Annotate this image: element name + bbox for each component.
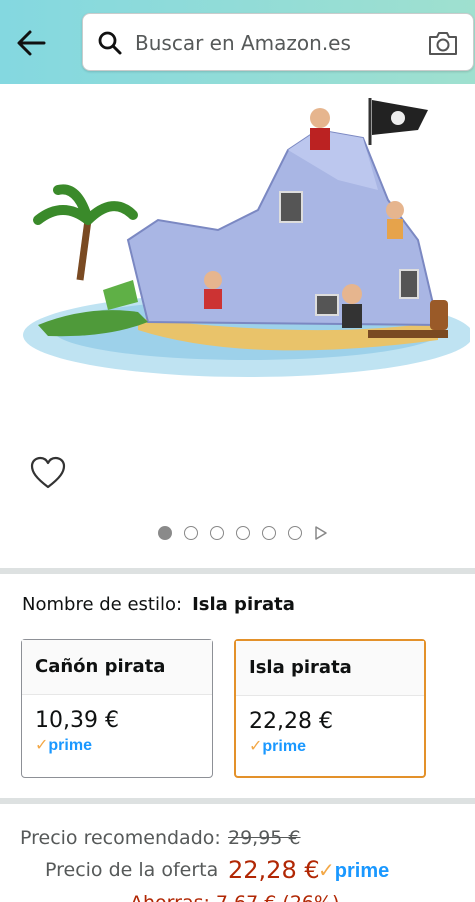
prime-check-icon: ✓ (318, 860, 335, 882)
variant-option-isla-pirata[interactable]: Isla pirata 22,28 € ✓prime (234, 639, 426, 778)
image-carousel-indicator[interactable] (158, 526, 328, 540)
offer-price-value: 22,28 € (228, 856, 320, 884)
recommended-price-value: 29,95 € (228, 827, 301, 849)
style-label: Nombre de estilo: (22, 594, 183, 615)
search-input[interactable]: Buscar en Amazon.es (82, 13, 474, 71)
prime-check-icon: ✓ (35, 737, 49, 754)
style-selection: Nombre de estilo: Isla pirata (22, 594, 295, 615)
camera-icon[interactable] (427, 28, 459, 58)
top-header: Buscar en Amazon.es (0, 0, 475, 84)
prime-badge: ✓prime (318, 860, 390, 882)
prime-badge: ✓prime (249, 738, 306, 755)
offer-price-label: Precio de la oferta (45, 859, 219, 881)
arrow-left-icon (17, 30, 46, 56)
variant-name: Cañón pirata (22, 640, 212, 695)
variant-price: 22,28 € (249, 709, 333, 734)
savings-text: Ahorras: 7,67 € (26%) (130, 892, 339, 902)
carousel-dot[interactable] (236, 526, 250, 540)
product-image[interactable] (18, 90, 470, 390)
section-divider (0, 798, 475, 804)
search-icon (98, 31, 122, 55)
carousel-dot[interactable] (288, 526, 302, 540)
product-image-area (0, 84, 475, 489)
prime-badge: ✓prime (35, 737, 92, 754)
variant-option-canon-pirata[interactable]: Cañón pirata 10,39 € ✓prime (21, 639, 213, 778)
heart-icon[interactable] (30, 456, 66, 490)
play-icon[interactable] (314, 526, 328, 540)
carousel-dot[interactable] (158, 526, 172, 540)
section-divider (0, 568, 475, 574)
style-value: Isla pirata (192, 594, 295, 615)
carousel-dot[interactable] (210, 526, 224, 540)
recommended-price-label: Precio recomendado: (20, 827, 221, 849)
variant-price: 10,39 € (35, 708, 119, 733)
variant-name: Isla pirata (236, 641, 424, 696)
back-button[interactable] (12, 24, 50, 62)
search-placeholder: Buscar en Amazon.es (135, 31, 351, 55)
carousel-dot[interactable] (262, 526, 276, 540)
prime-check-icon: ✓ (249, 738, 263, 755)
carousel-dot[interactable] (184, 526, 198, 540)
